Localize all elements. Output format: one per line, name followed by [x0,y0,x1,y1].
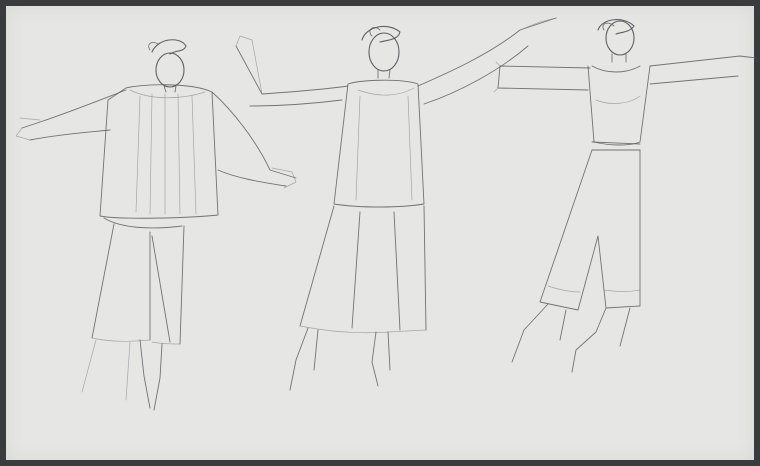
figure-1-left-sleeve [21,89,127,141]
figure-1-neckline [129,89,206,99]
figure-3-top-detail [595,95,641,104]
figure-1-left-hand [15,117,41,141]
figure-1-pants-hem [91,337,181,345]
figure-2-left-hand [235,35,263,95]
figure-2-hair [361,25,401,43]
figure-3-head [605,20,635,56]
figure-1-head [155,52,185,88]
figure-2-right-sleeve [417,17,557,105]
figure-1-blouse-pleats [135,93,197,215]
figure-2-smock [333,79,425,208]
figure-1-right-hand [271,167,297,189]
figure-3-pants-cuffs [547,285,641,293]
figure-3-top [587,65,651,146]
figure-3-pants [539,149,641,311]
figure-1-legs [139,339,163,411]
figure-1-pants [91,223,185,345]
figure-2-culottes [299,205,427,331]
figure-3 [493,19,757,373]
figure-2-left-sleeve [235,45,349,107]
figure-2-culottes-hem [299,325,427,334]
figure-2-legs [289,327,391,391]
figure-1-hem [103,217,183,229]
figure-2 [235,17,557,391]
figure-3-right-sleeve [649,55,757,85]
figure-3-left-sleeve [497,65,591,91]
pencil-sketch-drawing [15,17,757,411]
image-frame [0,0,760,466]
figure-1 [15,39,297,411]
figure-1-blouse [99,84,219,219]
figure-3-collar [591,65,641,73]
figure-1-hair [151,39,187,55]
figure-3-legs [511,303,631,373]
figure-1-leg-guides [81,339,131,401]
figure-2-smock-details [355,87,415,201]
